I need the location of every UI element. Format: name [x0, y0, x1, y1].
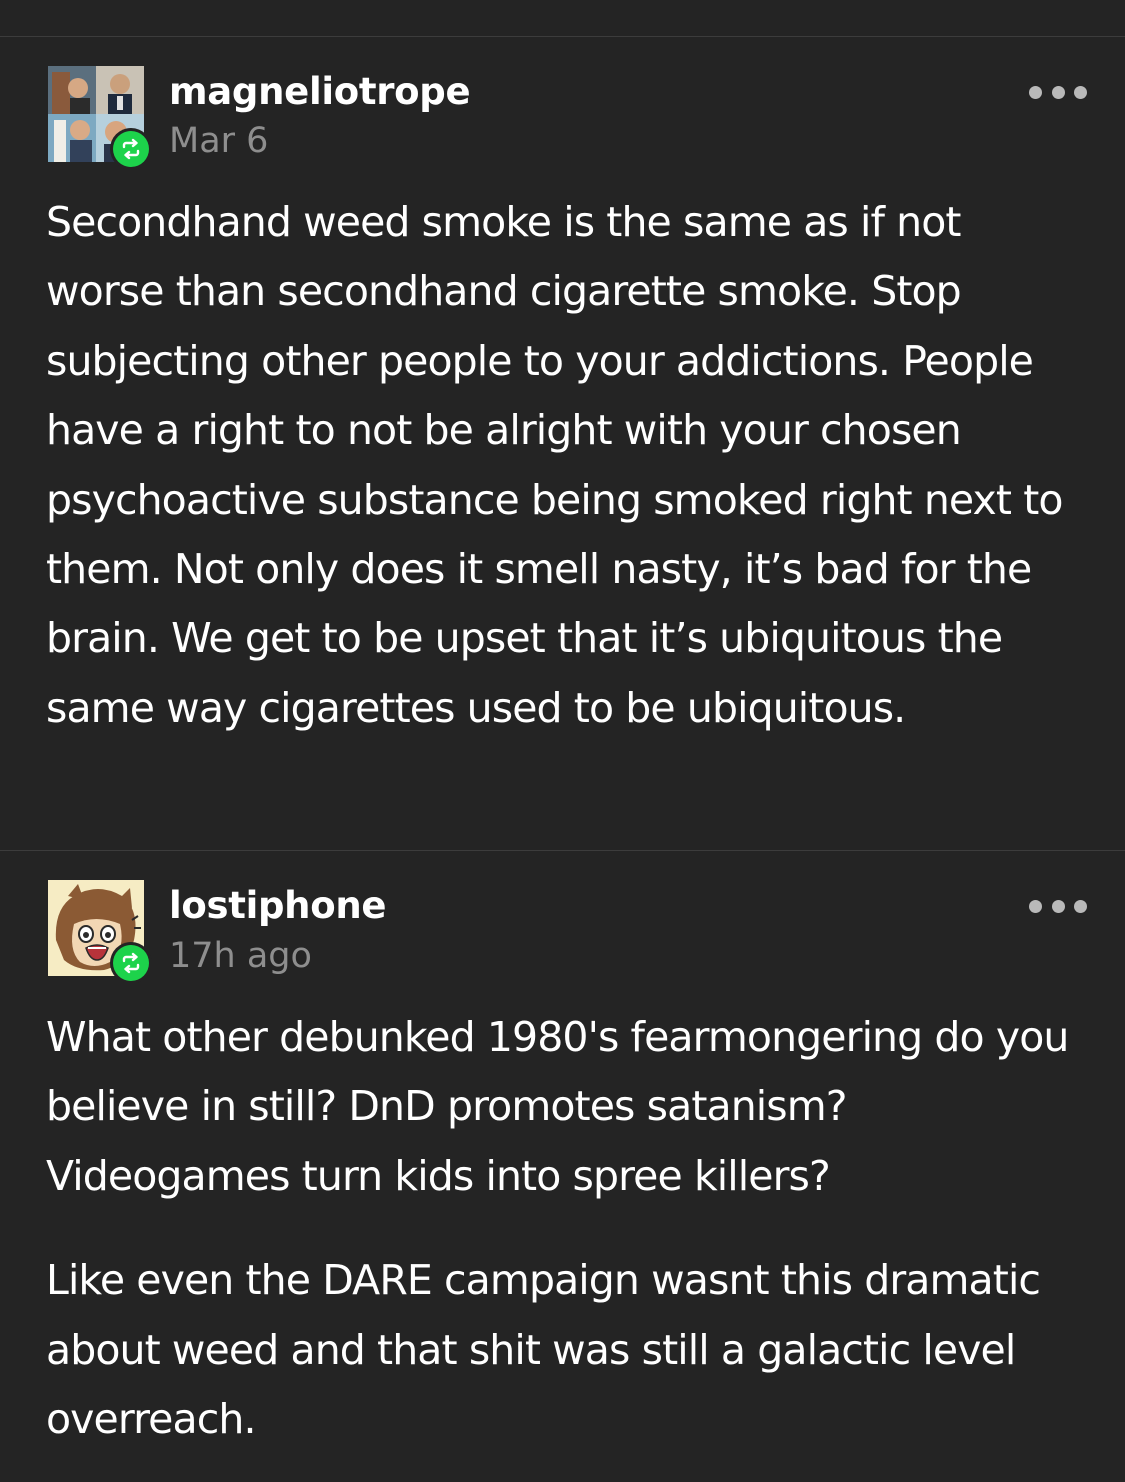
post-body: What other debunked 1980's fearmongering… — [46, 1003, 1086, 1454]
reblog-badge — [110, 128, 152, 170]
post-divider — [0, 850, 1125, 851]
post-paragraph: Like even the DARE campaign wasnt this d… — [46, 1256, 1041, 1444]
post-paragraph: Secondhand weed smoke is the same as if … — [46, 198, 1063, 732]
post-paragraph: What other debunked 1980's fearmongering… — [46, 1013, 1069, 1200]
post-body: Secondhand weed smoke is the same as if … — [46, 188, 1086, 743]
timestamp: 17h ago — [169, 936, 312, 976]
reblog-icon — [113, 131, 149, 167]
username[interactable]: magneliotrope — [169, 70, 471, 114]
reblog-icon — [113, 945, 149, 981]
more-options-icon[interactable] — [1029, 899, 1087, 913]
top-divider — [0, 36, 1125, 37]
avatar-wrap[interactable] — [48, 66, 152, 170]
more-options-icon[interactable] — [1029, 85, 1087, 99]
username[interactable]: lostiphone — [169, 884, 386, 928]
reblog-badge — [110, 942, 152, 984]
avatar-wrap[interactable] — [48, 880, 152, 984]
timestamp: Mar 6 — [169, 121, 269, 161]
